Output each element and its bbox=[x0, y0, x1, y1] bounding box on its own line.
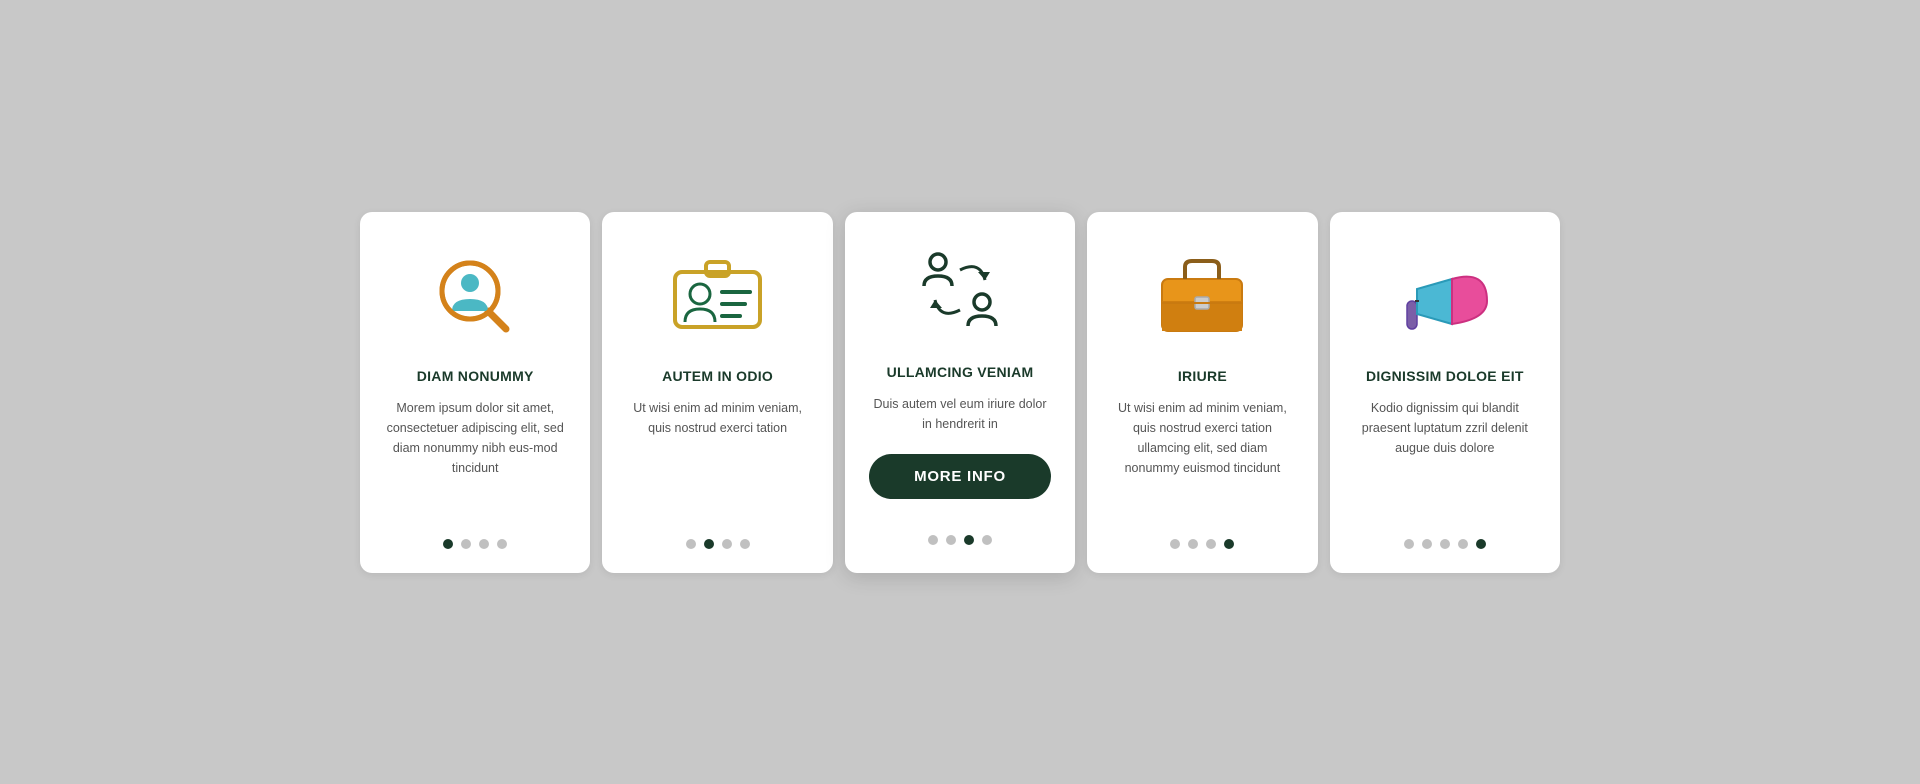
dot bbox=[461, 539, 471, 549]
card-3: ULLAMCING VENIAM Duis autem vel eum iriu… bbox=[845, 212, 1075, 573]
dot bbox=[946, 535, 956, 545]
dot bbox=[1206, 539, 1216, 549]
briefcase-icon bbox=[1152, 244, 1252, 344]
more-info-button[interactable]: MORE INFO bbox=[869, 454, 1051, 499]
people-exchange-icon bbox=[910, 240, 1010, 340]
dot-active bbox=[1224, 539, 1234, 549]
dot bbox=[1188, 539, 1198, 549]
card-4-dots bbox=[1170, 539, 1234, 549]
dot bbox=[722, 539, 732, 549]
search-person-icon bbox=[425, 244, 525, 344]
card-3-title: ULLAMCING VENIAM bbox=[887, 364, 1034, 380]
dot-active bbox=[704, 539, 714, 549]
card-2: AUTEM IN ODIO Ut wisi enim ad minim veni… bbox=[602, 212, 832, 573]
megaphone-icon bbox=[1395, 244, 1495, 344]
dot bbox=[497, 539, 507, 549]
card-1-title: DIAM NONUMMY bbox=[417, 368, 534, 384]
dot-active bbox=[1476, 539, 1486, 549]
card-2-title: AUTEM IN ODIO bbox=[662, 368, 773, 384]
dot bbox=[1170, 539, 1180, 549]
dot-active bbox=[964, 535, 974, 545]
card-1-dots bbox=[443, 539, 507, 549]
dot bbox=[1440, 539, 1450, 549]
card-5: DIGNISSIM DOLOE EIT Kodio dignissim qui … bbox=[1330, 212, 1560, 573]
card-5-text: Kodio dignissim qui blandit praesent lup… bbox=[1354, 398, 1536, 519]
card-5-title: DIGNISSIM DOLOE EIT bbox=[1366, 368, 1524, 384]
dot bbox=[928, 535, 938, 545]
card-2-dots bbox=[686, 539, 750, 549]
card-2-text: Ut wisi enim ad minim veniam, quis nostr… bbox=[626, 398, 808, 519]
card-4-text: Ut wisi enim ad minim veniam, quis nostr… bbox=[1111, 398, 1293, 519]
dot bbox=[982, 535, 992, 545]
dot bbox=[1458, 539, 1468, 549]
card-3-text: Duis autem vel eum iriure dolor in hendr… bbox=[869, 394, 1051, 434]
card-5-dots bbox=[1404, 539, 1486, 549]
dot bbox=[1422, 539, 1432, 549]
card-3-dots bbox=[928, 535, 992, 545]
card-1: DIAM NONUMMY Morem ipsum dolor sit amet,… bbox=[360, 212, 590, 573]
dot-active bbox=[443, 539, 453, 549]
card-4: IRIURE Ut wisi enim ad minim veniam, qui… bbox=[1087, 212, 1317, 573]
dot bbox=[686, 539, 696, 549]
dot bbox=[740, 539, 750, 549]
cards-container: DIAM NONUMMY Morem ipsum dolor sit amet,… bbox=[360, 212, 1560, 573]
card-1-text: Morem ipsum dolor sit amet, consectetuer… bbox=[384, 398, 566, 519]
card-4-title: IRIURE bbox=[1178, 368, 1227, 384]
dot bbox=[1404, 539, 1414, 549]
dot bbox=[479, 539, 489, 549]
id-card-icon bbox=[668, 244, 768, 344]
